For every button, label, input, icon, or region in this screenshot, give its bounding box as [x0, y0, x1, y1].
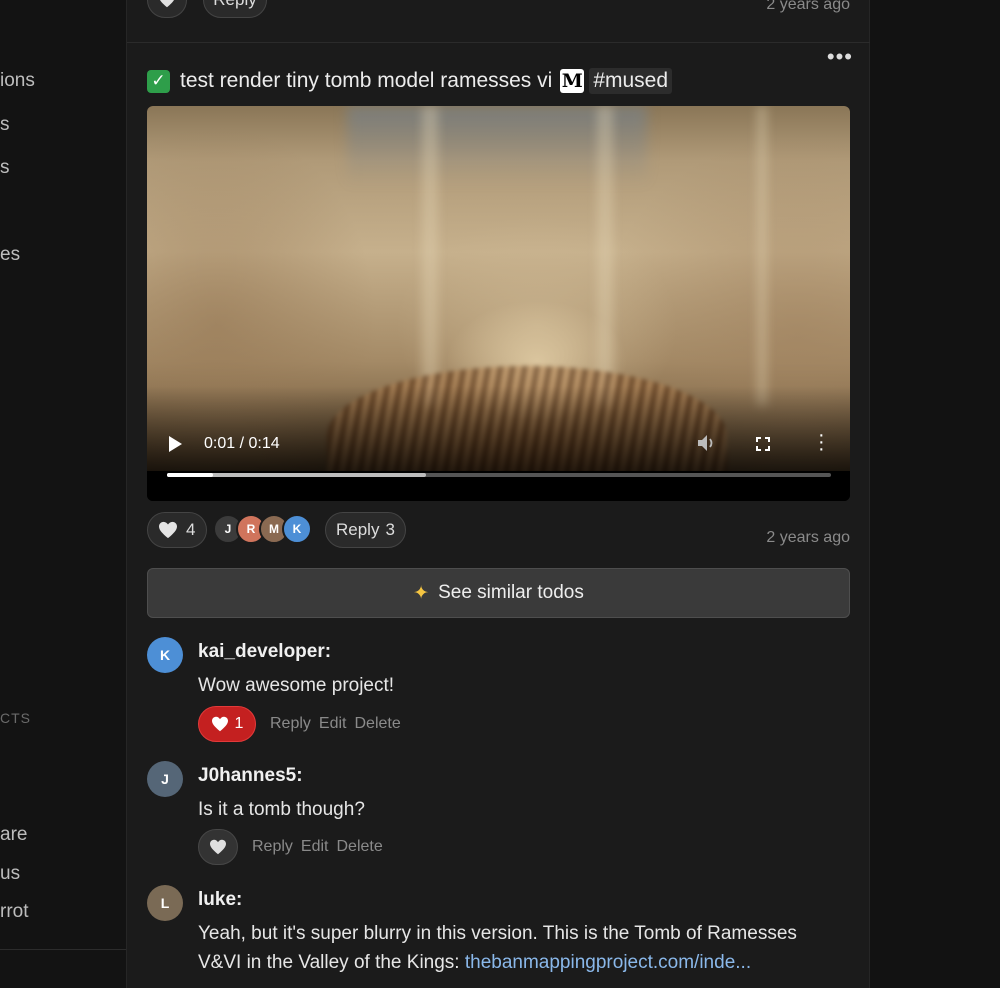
comment-text: Is it a tomb though? — [198, 799, 365, 820]
left-sidebar: ions s s es CTS are us rrot — [0, 0, 127, 988]
video-player[interactable]: 0:01 / 0:14 · · · — [147, 106, 850, 501]
comment-delete-link[interactable]: Delete — [354, 715, 400, 733]
comment-edit-link[interactable]: Edit — [319, 715, 347, 733]
post-time: 2 years ago — [766, 529, 850, 546]
post-title: ✓ test render tiny tomb model ramesses v… — [147, 66, 673, 96]
checkmark-icon: ✓ — [147, 69, 170, 93]
previous-like-button[interactable] — [147, 0, 187, 18]
post-title-text: test render tiny tomb model ramesses vi — [180, 69, 553, 92]
see-similar-button[interactable]: ✦ See similar todos — [147, 568, 850, 618]
post-reactions: 4 J R M K Reply 3 2 years ago — [147, 512, 850, 548]
heart-icon — [211, 716, 228, 732]
comment-text: Yeah, but it's super blurry in this vers… — [198, 919, 838, 977]
previous-post-time: 2 years ago — [766, 0, 850, 13]
comment-delete-link[interactable]: Delete — [336, 838, 382, 856]
comment-edit-link[interactable]: Edit — [301, 838, 329, 856]
like-button[interactable]: 4 — [147, 512, 207, 548]
sidebar-item-5[interactable]: are — [0, 824, 27, 846]
sidebar-item-7[interactable]: rrot — [0, 901, 29, 923]
sidebar-section-heading: CTS — [0, 710, 31, 726]
comment-like-button[interactable] — [198, 829, 238, 865]
play-icon[interactable] — [169, 436, 182, 452]
comment-like-button[interactable]: 1 — [198, 706, 256, 742]
project-logo-icon[interactable]: M — [560, 69, 585, 93]
previous-post-actions: Reply 2 years ago — [147, 0, 850, 18]
right-gutter — [871, 0, 1000, 988]
volume-icon[interactable] — [696, 434, 716, 457]
comment-reply-link[interactable]: Reply — [270, 715, 311, 733]
more-options-icon[interactable]: ••• — [827, 46, 853, 68]
project-hashtag[interactable]: #mused — [589, 68, 673, 94]
sidebar-divider — [0, 949, 126, 950]
post-separator — [127, 42, 870, 43]
video-progress-bar[interactable] — [167, 473, 831, 477]
comment-text: Wow awesome project! — [198, 675, 395, 696]
see-similar-label: See similar todos — [438, 582, 584, 603]
comment-username[interactable]: kai_developer: — [198, 641, 331, 663]
video-time: 0:01 / 0:14 — [204, 435, 280, 452]
video-played — [167, 473, 214, 477]
comment-actions: 1 Reply Edit Delete — [198, 706, 401, 742]
sidebar-item-4[interactable]: es — [0, 244, 20, 266]
avatar[interactable]: L — [147, 885, 183, 921]
sidebar-item-2[interactable]: s — [0, 114, 10, 136]
heart-icon — [159, 0, 175, 8]
sidebar-item-1[interactable]: ions — [0, 70, 35, 92]
reply-label: Reply — [336, 520, 380, 539]
heart-icon — [210, 839, 226, 855]
previous-reply-button[interactable]: Reply — [203, 0, 267, 18]
comment-username[interactable]: J0hannes5: — [198, 765, 303, 787]
comment-reply-link[interactable]: Reply — [252, 838, 293, 856]
comment-actions: Reply Edit Delete — [198, 829, 383, 865]
avatar[interactable]: J — [147, 761, 183, 797]
feed: Reply 2 years ago ✓ test render tiny tom… — [127, 0, 870, 988]
comment-link[interactable]: thebanmappingproject.com/inde... — [465, 952, 751, 973]
comment-like-count: 1 — [234, 715, 244, 732]
fullscreen-icon[interactable] — [756, 437, 770, 451]
video-menu-icon[interactable]: · · · — [818, 425, 825, 459]
sidebar-item-6[interactable]: us — [0, 863, 20, 885]
reply-count: 3 — [385, 520, 395, 539]
liker-avatars[interactable]: J R M K — [213, 514, 312, 546]
sidebar-item-3[interactable]: s — [0, 157, 10, 179]
sparkles-icon: ✦ — [413, 582, 430, 604]
reply-button[interactable]: Reply 3 — [325, 512, 406, 548]
like-count: 4 — [186, 520, 196, 539]
comment-username[interactable]: luke: — [198, 889, 242, 911]
avatar[interactable]: K — [147, 637, 183, 673]
heart-icon — [159, 521, 177, 539]
avatar[interactable]: K — [282, 514, 312, 544]
